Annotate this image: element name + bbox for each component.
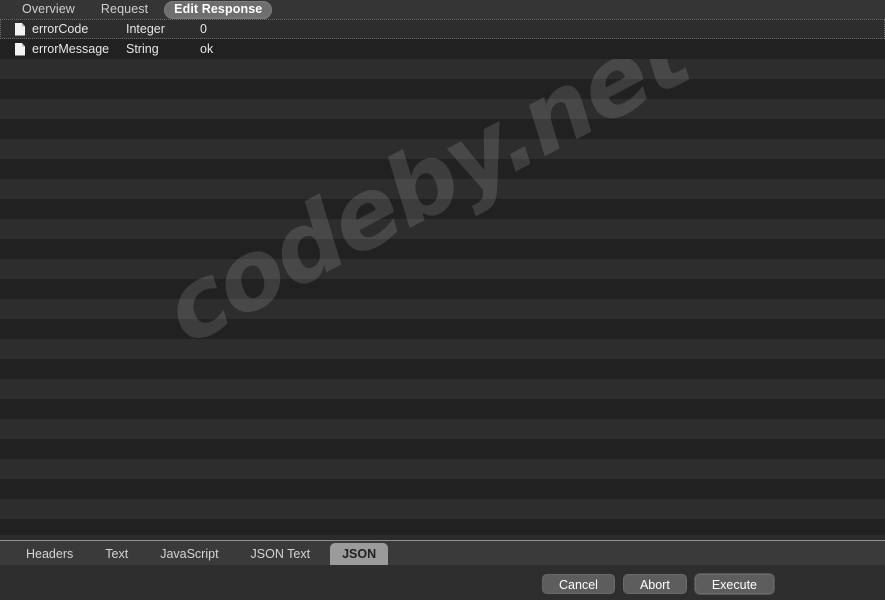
row-name-cell: errorMessage <box>0 42 126 56</box>
bottom-tab-bar: Headers Text JavaScript JSON Text JSON <box>0 541 885 565</box>
document-icon <box>15 22 25 36</box>
footer-bar: Cancel Abort Execute <box>0 565 885 600</box>
row-value-cell[interactable]: 0 <box>200 22 885 36</box>
execute-button[interactable]: Execute <box>694 574 774 594</box>
tab-json-text[interactable]: JSON Text <box>239 543 323 565</box>
tab-text-label: Text <box>105 547 129 561</box>
table-row[interactable]: errorCode Integer 0 <box>0 19 885 39</box>
tab-json-text-label: JSON Text <box>250 547 311 561</box>
tab-edit-response-label: Edit Response <box>174 1 263 16</box>
execute-button-label: Execute <box>711 578 757 592</box>
abort-button[interactable]: Abort <box>622 574 687 594</box>
top-tab-bar: Overview Request Edit Response <box>0 0 885 19</box>
tab-edit-response[interactable]: Edit Response <box>164 0 273 19</box>
cancel-button-label: Cancel <box>559 578 598 592</box>
abort-button-label: Abort <box>639 578 670 592</box>
cancel-button[interactable]: Cancel <box>542 574 615 594</box>
row-type-cell: Integer <box>126 22 165 36</box>
edit-response-window: Overview Request Edit Response codeby.ne… <box>0 0 885 600</box>
footer-button-group: Cancel Abort Execute <box>542 574 774 594</box>
tab-overview[interactable]: Overview <box>12 1 85 19</box>
response-rows: errorCode Integer 0 errorMessage String … <box>0 19 885 59</box>
tab-headers[interactable]: Headers <box>14 543 85 565</box>
row-type-cell: String <box>126 42 159 56</box>
tab-javascript[interactable]: JavaScript <box>148 543 230 565</box>
tab-text[interactable]: Text <box>93 543 140 565</box>
tab-request[interactable]: Request <box>91 1 158 19</box>
document-icon <box>15 42 25 56</box>
tab-headers-label: Headers <box>26 547 74 561</box>
tab-json-label: JSON <box>342 547 377 561</box>
watermark-text: codeby.net <box>145 19 706 367</box>
tab-json[interactable]: JSON <box>330 543 389 565</box>
tab-overview-label: Overview <box>22 1 75 16</box>
tab-javascript-label: JavaScript <box>160 547 219 561</box>
response-tree-view[interactable]: codeby.net <box>0 19 885 535</box>
table-row[interactable]: errorMessage String ok <box>0 39 885 59</box>
watermark: codeby.net <box>0 19 885 535</box>
row-name-label: errorCode <box>32 22 89 36</box>
row-name-label: errorMessage <box>32 42 110 56</box>
tab-request-label: Request <box>100 1 149 16</box>
row-name-cell: errorCode <box>0 22 126 36</box>
row-value-cell[interactable]: ok <box>200 42 885 56</box>
